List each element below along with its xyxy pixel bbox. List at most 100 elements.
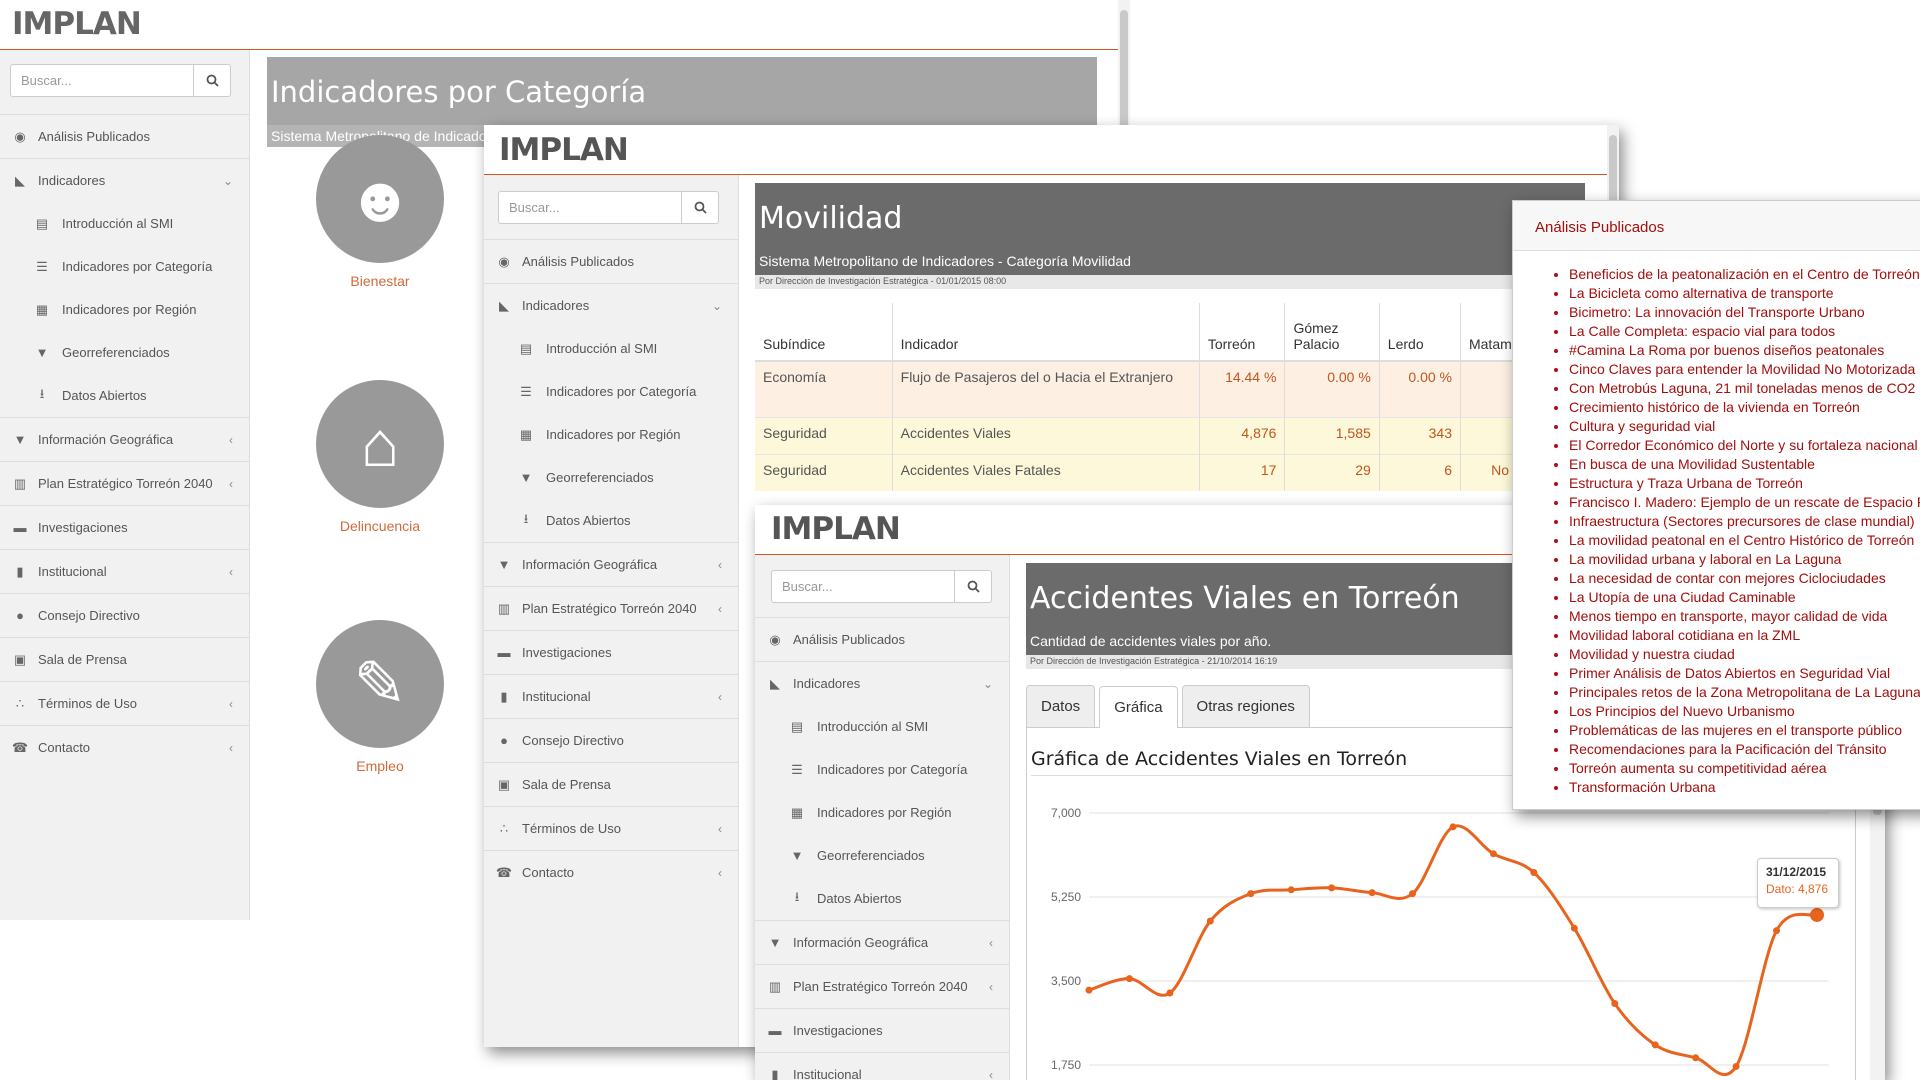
sidebar-item-institucional[interactable]: ▮ Institucional ‹ [755,1052,1009,1080]
analysis-link[interactable]: Recomendaciones para la Pacificación del… [1569,740,1920,759]
data-point[interactable] [1489,850,1497,858]
chevron-left-icon[interactable]: ‹ [718,602,722,616]
sidebar-item-informacion-geografica[interactable]: ▼ Información Geográfica ‹ [755,920,1009,964]
sidebar-item-analisis-publicados[interactable]: ◉ Análisis Publicados [484,239,738,283]
sidebar-item-sala-de-prensa[interactable]: ▣ Sala de Prensa [484,762,738,806]
sidebar-item-plan-estrategico-torreon-2040[interactable]: ▥ Plan Estratégico Torreón 2040 ‹ [755,964,1009,1008]
analysis-link-text[interactable]: Menos tiempo en transporte, mayor calida… [1569,608,1887,624]
table-row[interactable]: Economía Flujo de Pasajeros del o Hacia e… [755,360,1586,417]
data-point[interactable] [1810,907,1824,922]
sidebar-item-terminos-de-uso[interactable]: ∴ Términos de Uso ‹ [0,681,249,725]
implan-logo[interactable]: IMPLAN [499,132,629,168]
analysis-link[interactable]: La movilidad urbana y laboral en La Lagu… [1569,550,1920,569]
analysis-link[interactable]: El Corredor Económico del Norte y su for… [1569,436,1920,455]
chevron-left-icon[interactable]: ‹ [718,822,722,836]
analysis-link-text[interactable]: Problemáticas de las mujeres en el trans… [1569,722,1902,738]
analysis-link[interactable]: Cinco Claves para entender la Movilidad … [1569,360,1920,379]
search-button[interactable] [955,570,992,603]
sidebar-item-introduccion-al-smi[interactable]: ▤ Introducción al SMI [484,327,738,370]
sidebar-item-analisis-publicados[interactable]: ◉ Análisis Publicados [0,114,249,158]
search-button[interactable] [194,64,231,97]
sidebar-item-investigaciones[interactable]: ▬ Investigaciones [484,630,738,674]
analysis-link[interactable]: En busca de una Movilidad Sustentable [1569,455,1920,474]
analysis-link-text[interactable]: Cinco Claves para entender la Movilidad … [1569,361,1915,377]
analysis-link[interactable]: La necesidad de contar con mejores Ciclo… [1569,569,1920,588]
table-cell[interactable]: Accidentes Viales Fatales [892,453,1200,491]
analysis-link-text[interactable]: Primer Análisis de Datos Abiertos en Seg… [1569,665,1890,681]
analysis-link-text[interactable]: En busca de una Movilidad Sustentable [1569,456,1815,472]
sidebar-item-plan-estrategico-torreon-2040[interactable]: ▥ Plan Estratégico Torreón 2040 ‹ [484,586,738,630]
analysis-link[interactable]: Torreón aumenta su competitividad aérea [1569,759,1920,778]
sidebar-item-institucional[interactable]: ▮ Institucional ‹ [484,674,738,718]
analysis-link[interactable]: La Calle Completa: espacio vial para tod… [1569,322,1920,341]
search-input[interactable]: Buscar... [498,191,682,224]
chevron-down-icon[interactable]: ⌄ [223,174,233,188]
implan-logo[interactable]: IMPLAN [12,6,142,42]
sidebar-item-datos-abiertos[interactable]: ⭳ Datos Abiertos [0,374,249,417]
data-point[interactable] [1651,1041,1659,1049]
table-cell[interactable]: Accidentes Viales [892,416,1200,454]
chevron-left-icon[interactable]: ‹ [718,558,722,572]
sidebar-item-datos-abiertos[interactable]: ⭳ Datos Abiertos [755,877,1009,920]
chevron-left-icon[interactable]: ‹ [229,477,233,491]
chevron-left-icon[interactable]: ‹ [229,741,233,755]
sidebar-item-consejo-directivo[interactable]: ● Consejo Directivo [0,593,249,637]
chevron-left-icon[interactable]: ‹ [989,980,993,994]
sidebar-item-introduccion-al-smi[interactable]: ▤ Introducción al SMI [0,202,249,245]
sidebar-item-informacion-geografica[interactable]: ▼ Información Geográfica ‹ [0,417,249,461]
analysis-link[interactable]: Los Principios del Nuevo Urbanismo [1569,702,1920,721]
data-point[interactable] [1732,1062,1740,1070]
sidebar-item-indicadores-por-categoria[interactable]: ☰ Indicadores por Categoría [0,245,249,288]
analysis-link[interactable]: Con Metrobús Laguna, 21 mil toneladas me… [1569,379,1920,398]
analysis-link[interactable]: Bicimetro: La innovación del Transporte … [1569,303,1920,322]
analysis-link-text[interactable]: Con Metrobús Laguna, 21 mil toneladas me… [1569,380,1915,396]
chevron-left-icon[interactable]: ‹ [229,565,233,579]
analysis-link-text[interactable]: Francisco I. Madero: Ejemplo de un resca… [1569,494,1920,510]
analysis-link[interactable]: Estructura y Traza Urbana de Torreón [1569,474,1920,493]
analysis-link[interactable]: Menos tiempo en transporte, mayor calida… [1569,607,1920,626]
sidebar-item-indicadores-por-region[interactable]: ▦ Indicadores por Región [484,413,738,456]
analysis-link[interactable]: Beneficios de la peatonalización en el C… [1569,265,1920,284]
analysis-link[interactable]: Transformación Urbana [1569,778,1920,797]
analysis-link[interactable]: Cultura y seguridad vial [1569,417,1920,436]
analysis-link-text[interactable]: La movilidad urbana y laboral en La Lagu… [1569,551,1841,567]
sidebar-item-georreferenciados[interactable]: ▼ Georreferenciados [0,331,249,374]
analysis-link[interactable]: Problemáticas de las mujeres en el trans… [1569,721,1920,740]
analysis-link[interactable]: #Camina La Roma por buenos diseños peato… [1569,341,1920,360]
analysis-link-text[interactable]: Cultura y seguridad vial [1569,418,1715,434]
chevron-down-icon[interactable]: ⌄ [983,677,993,691]
sidebar-item-informacion-geografica[interactable]: ▼ Información Geográfica ‹ [484,542,738,586]
analysis-link-text[interactable]: #Camina La Roma por buenos diseños peato… [1569,342,1884,358]
data-point[interactable] [1206,917,1214,925]
data-point[interactable] [1611,1000,1619,1008]
data-point[interactable] [1287,886,1295,894]
analysis-link-text[interactable]: Transformación Urbana [1569,779,1716,795]
sidebar-item-plan-estrategico-torreon-2040[interactable]: ▥ Plan Estratégico Torreón 2040 ‹ [0,461,249,505]
analysis-link-text[interactable]: Estructura y Traza Urbana de Torreón [1569,475,1803,491]
data-point[interactable] [1570,924,1578,932]
data-point[interactable] [1328,884,1336,892]
sidebar-item-consejo-directivo[interactable]: ● Consejo Directivo [484,718,738,762]
data-point[interactable] [1773,927,1781,935]
sidebar-item-indicadores-por-categoria[interactable]: ☰ Indicadores por Categoría [755,748,1009,791]
analysis-link[interactable]: La Bicicleta como alternativa de transpo… [1569,284,1920,303]
chevron-left-icon[interactable]: ‹ [989,936,993,950]
analysis-link-text[interactable]: La Bicicleta como alternativa de transpo… [1569,285,1834,301]
tab-grafica[interactable]: Gráfica [1099,686,1178,728]
analysis-link-text[interactable]: Infraestructura (Sectores precursores de… [1569,513,1914,529]
sidebar-item-datos-abiertos[interactable]: ⭳ Datos Abiertos [484,499,738,542]
analysis-link-text[interactable]: La Utopía de una Ciudad Caminable [1569,589,1796,605]
data-point[interactable] [1530,869,1538,877]
analysis-link[interactable]: Movilidad y nuestra ciudad [1569,645,1920,664]
analysis-link-text[interactable]: Los Principios del Nuevo Urbanismo [1569,703,1795,719]
analysis-link-text[interactable]: Crecimiento histórico de la vivienda en … [1569,399,1860,415]
analysis-link-text[interactable]: Bicimetro: La innovación del Transporte … [1569,304,1865,320]
implan-logo[interactable]: IMPLAN [771,511,901,547]
sidebar-item-analisis-publicados[interactable]: ◉ Análisis Publicados [755,617,1009,661]
sidebar-item-contacto[interactable]: ☎ Contacto ‹ [0,725,249,769]
table-row[interactable]: SeguridadAccidentes Viales4,8761,5853432… [755,416,1586,454]
analysis-link-text[interactable]: Torreón aumenta su competitividad aérea [1569,760,1827,776]
search-button[interactable] [682,191,719,224]
sidebar-item-sala-de-prensa[interactable]: ▣ Sala de Prensa [0,637,249,681]
data-point[interactable] [1409,890,1417,898]
